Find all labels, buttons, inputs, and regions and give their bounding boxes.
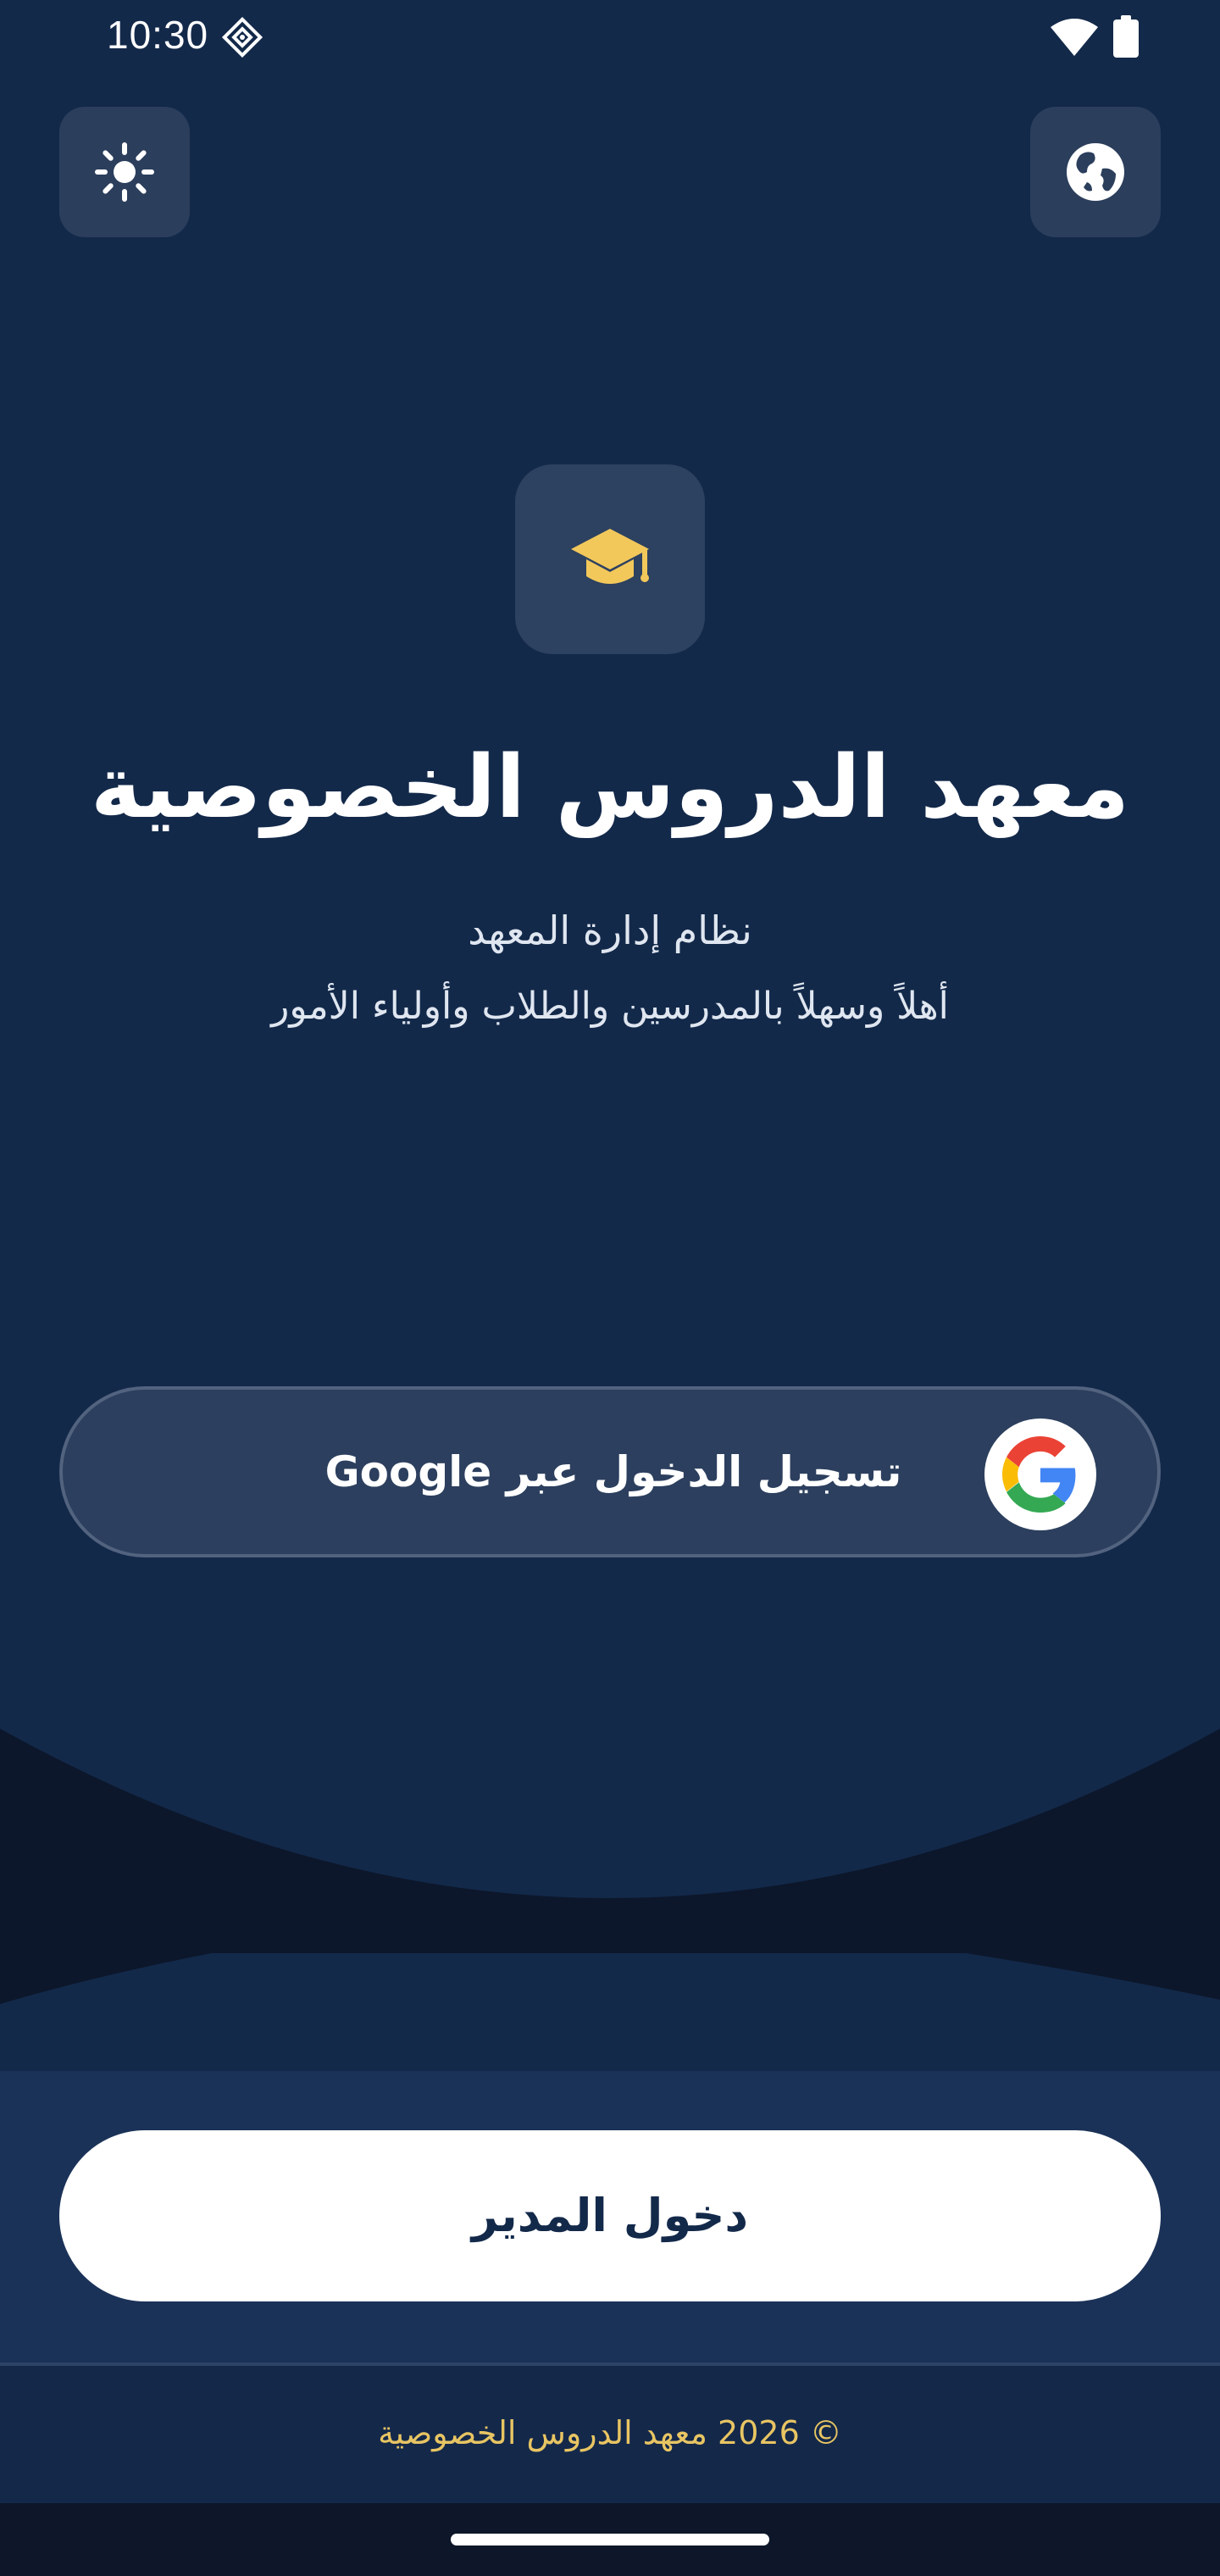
google-icon — [1002, 1436, 1076, 1513]
app-logo — [515, 464, 705, 654]
wifi-icon — [1051, 19, 1098, 56]
copyright-text: © 2026 معهد الدروس الخصوصية — [378, 2414, 842, 2451]
google-logo — [984, 1418, 1096, 1530]
admin-login-button[interactable]: دخول المدير — [59, 2130, 1161, 2301]
app-subtitle: نظام إدارة المعهد — [468, 908, 752, 953]
developer-mode-icon — [221, 16, 263, 58]
decorative-waves — [0, 1729, 1220, 2085]
status-bar: 10:30 — [0, 0, 1220, 75]
globe-icon — [1067, 143, 1124, 201]
home-indicator[interactable] — [451, 2534, 769, 2545]
language-button[interactable] — [1030, 107, 1161, 237]
app-title: معهد الدروس الخصوصية — [90, 737, 1130, 838]
google-signin-button[interactable]: تسجيل الدخول عبر Google — [59, 1386, 1161, 1557]
theme-toggle-button[interactable] — [59, 107, 190, 237]
graduation-cap-icon — [571, 529, 649, 584]
status-time: 10:30 — [107, 13, 209, 57]
login-screen: 10:30 معهد الدروس الخصوصية نظام إدارة ال… — [0, 0, 1220, 2576]
welcome-message: أهلاً وسهلاً بالمدرسين والطلاب وأولياء ا… — [271, 985, 949, 1028]
sun-icon — [95, 142, 154, 202]
battery-icon — [1113, 15, 1139, 58]
